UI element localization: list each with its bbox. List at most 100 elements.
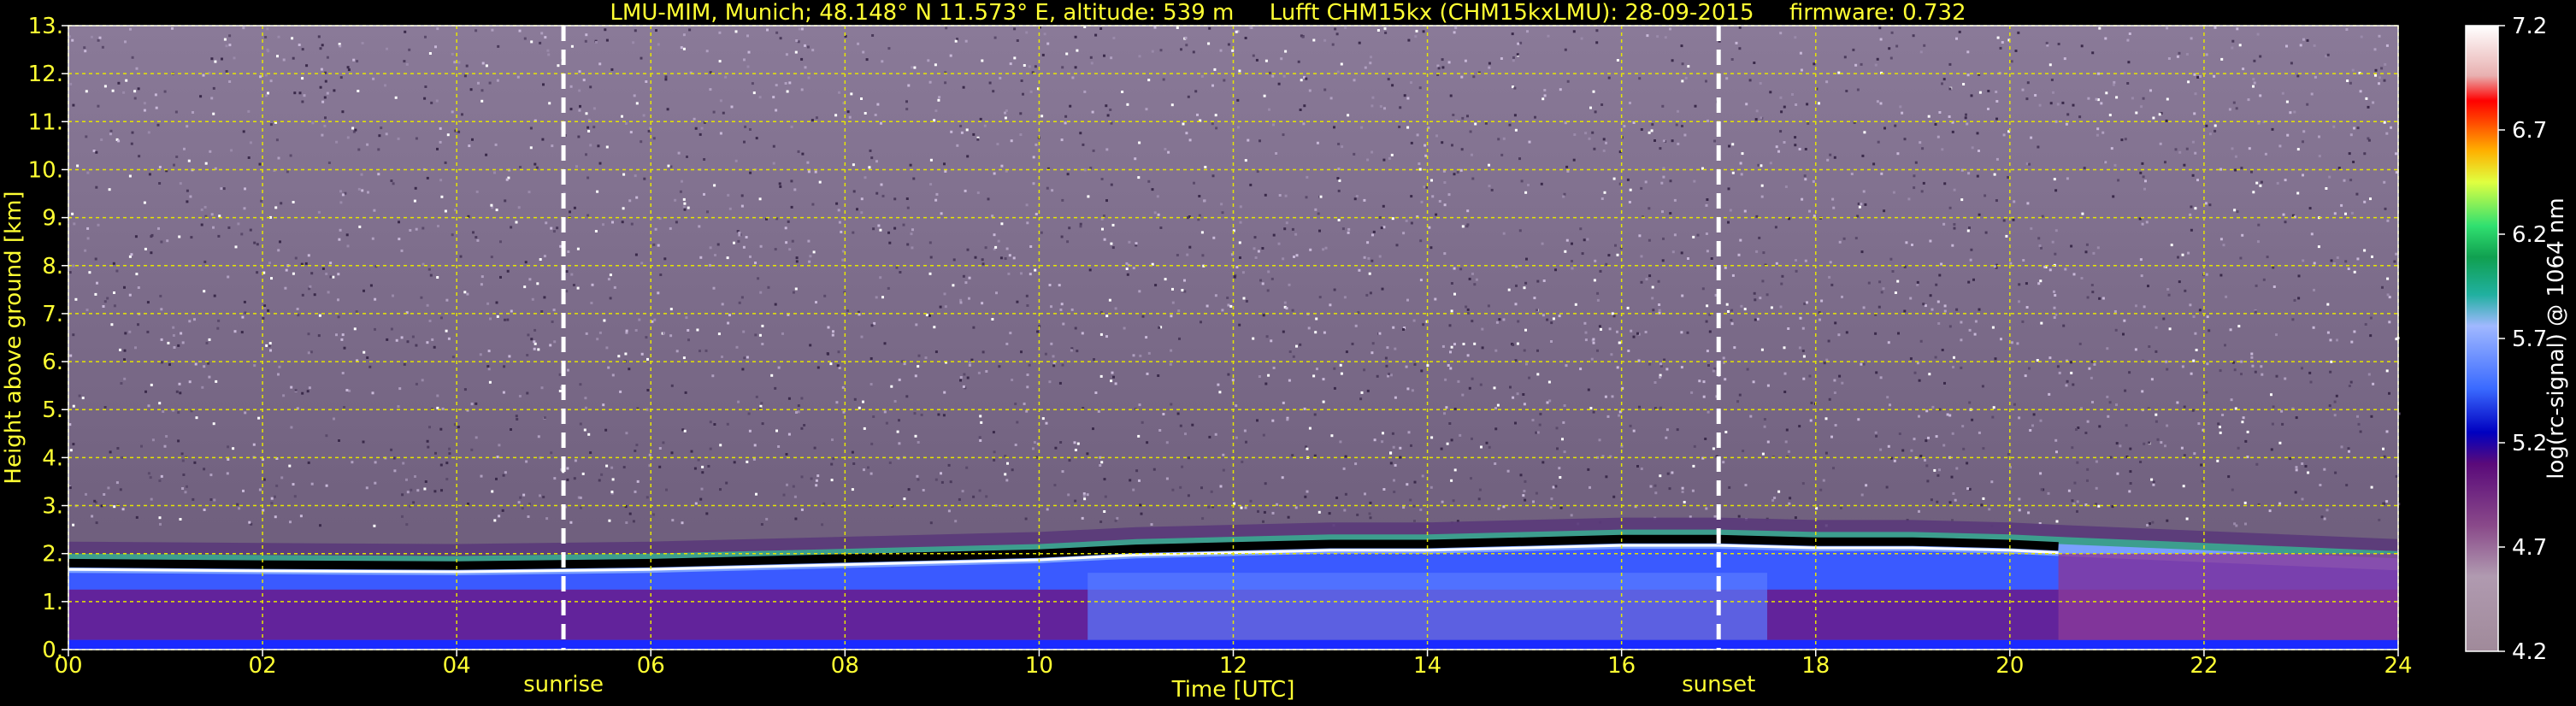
noise-speck <box>200 223 203 227</box>
noise-speck <box>1044 352 1047 356</box>
noise-speck <box>179 518 182 521</box>
noise-speck <box>574 459 577 462</box>
noise-speck <box>815 116 818 120</box>
noise-speck <box>1481 346 1484 350</box>
noise-speck <box>1300 79 1303 82</box>
noise-speck <box>624 352 628 356</box>
noise-speck <box>189 195 192 198</box>
noise-speck <box>911 66 914 69</box>
noise-speck <box>1200 486 1203 490</box>
noise-speck <box>2239 256 2243 260</box>
noise-speck <box>682 47 686 50</box>
noise-speck <box>1046 508 1049 511</box>
noise-speck <box>2359 430 2362 433</box>
noise-speck <box>970 358 974 362</box>
noise-speck <box>877 224 881 227</box>
noise-speck <box>321 133 324 137</box>
noise-speck <box>1147 79 1151 82</box>
noise-speck <box>584 397 587 400</box>
noise-speck <box>238 507 241 510</box>
noise-speck <box>301 100 304 103</box>
noise-speck <box>2261 373 2264 376</box>
noise-speck <box>1468 386 1471 390</box>
noise-speck <box>411 335 415 338</box>
noise-speck <box>497 44 500 48</box>
noise-speck <box>1681 62 1684 66</box>
noise-speck <box>526 391 529 395</box>
noise-speck <box>147 472 150 475</box>
noise-speck <box>1342 467 1346 470</box>
noise-speck <box>2193 452 2196 456</box>
noise-speck <box>1520 179 1524 183</box>
noise-speck <box>2379 76 2381 79</box>
noise-speck <box>726 256 729 260</box>
noise-speck <box>392 294 394 297</box>
noise-speck <box>124 332 127 335</box>
noise-speck <box>506 269 510 273</box>
noise-speck <box>128 255 132 258</box>
noise-speck <box>337 273 340 276</box>
noise-speck <box>1110 183 1113 186</box>
noise-speck <box>1184 36 1188 39</box>
noise-speck <box>2166 424 2169 427</box>
noise-speck <box>928 80 932 84</box>
noise-speck <box>2250 352 2254 356</box>
noise-speck <box>993 233 996 237</box>
noise-speck <box>1293 256 1295 258</box>
noise-speck <box>1783 391 1787 393</box>
noise-speck <box>597 144 600 148</box>
noise-speck <box>1183 279 1186 282</box>
noise-speck <box>1589 106 1592 109</box>
noise-speck <box>867 466 869 469</box>
noise-speck <box>1453 468 1457 472</box>
noise-speck <box>1693 444 1696 448</box>
noise-speck <box>795 39 799 42</box>
noise-speck <box>358 225 362 228</box>
noise-speck <box>1653 484 1657 487</box>
noise-speck <box>2166 288 2170 291</box>
noise-speck <box>292 272 295 275</box>
noise-speck <box>1886 396 1889 399</box>
noise-speck <box>306 390 309 393</box>
noise-speck <box>1139 503 1142 507</box>
noise-speck <box>2251 364 2255 368</box>
noise-speck <box>217 319 221 322</box>
noise-speck <box>1371 259 1374 262</box>
noise-speck <box>519 496 522 499</box>
noise-speck <box>86 227 90 230</box>
noise-speck <box>1207 505 1211 509</box>
noise-speck <box>463 74 467 78</box>
noise-speck <box>1146 372 1149 375</box>
noise-speck <box>1394 347 1397 350</box>
noise-speck <box>785 453 788 456</box>
colorbar-scale <box>2465 25 2499 652</box>
noise-speck <box>2093 362 2096 366</box>
noise-speck <box>550 451 553 455</box>
noise-speck <box>1200 74 1204 78</box>
noise-speck <box>524 261 528 264</box>
noise-speck <box>1770 306 1773 309</box>
noise-speck <box>1513 114 1517 117</box>
noise-speck <box>2373 48 2377 51</box>
noise-speck <box>581 472 585 475</box>
noise-speck <box>1660 181 1664 185</box>
noise-speck <box>1252 337 1255 340</box>
noise-speck <box>1453 267 1456 270</box>
noise-speck <box>2282 213 2285 216</box>
noise-speck <box>893 400 897 403</box>
noise-speck <box>1337 143 1341 145</box>
noise-speck <box>1833 156 1836 159</box>
noise-speck <box>602 403 605 407</box>
noise-speck <box>72 103 75 107</box>
noise-speck <box>1238 241 1241 244</box>
noise-speck <box>1364 492 1366 496</box>
noise-speck <box>2031 424 2034 427</box>
noise-speck <box>1471 377 1474 380</box>
noise-speck <box>519 166 522 168</box>
noise-speck <box>1424 144 1427 147</box>
noise-speck <box>2294 491 2297 494</box>
noise-speck <box>1762 251 1765 255</box>
noise-speck <box>1829 153 1832 156</box>
noise-speck <box>2048 63 2052 67</box>
noise-speck <box>1901 449 1905 452</box>
